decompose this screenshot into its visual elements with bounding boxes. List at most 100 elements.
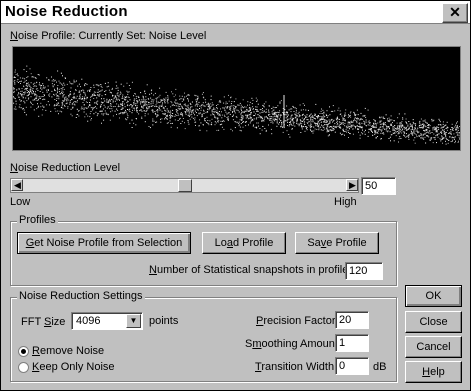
- noise-sample-dot: [233, 107, 234, 109]
- noise-sample-dot: [445, 137, 447, 139]
- noise-sample-dot: [180, 123, 182, 124]
- close-button[interactable]: Close: [405, 311, 462, 333]
- noise-sample-dot: [252, 125, 254, 127]
- noise-sample-dot: [134, 103, 136, 105]
- noise-sample-dot: [144, 105, 146, 107]
- noise-sample-dot: [114, 106, 116, 107]
- noise-sample-dot: [208, 109, 210, 111]
- load-profile-button[interactable]: Load Profile: [202, 232, 286, 254]
- noise-sample-dot: [96, 107, 98, 109]
- remove-noise-radio[interactable]: [18, 346, 29, 357]
- noise-reduction-level-input[interactable]: 50: [361, 177, 396, 195]
- noise-sample-dot: [177, 103, 179, 105]
- noise-sample-dot: [455, 140, 456, 142]
- noise-sample-dot: [355, 120, 357, 122]
- noise-sample-dot: [309, 125, 311, 127]
- noise-sample-dot: [413, 139, 415, 141]
- noise-sample-dot: [292, 117, 294, 119]
- noise-sample-dot: [144, 113, 146, 115]
- noise-sample-dot: [71, 104, 73, 106]
- noise-sample-dot: [371, 130, 373, 132]
- noise-sample-dot: [122, 94, 124, 96]
- noise-sample-dot: [373, 119, 375, 121]
- noise-sample-dot: [146, 109, 148, 111]
- noise-sample-dot: [106, 98, 108, 100]
- noise-sample-dot: [339, 118, 340, 120]
- noise-sample-dot: [258, 116, 260, 118]
- noise-sample-dot: [80, 108, 82, 110]
- noise-sample-dot: [134, 98, 136, 100]
- save-profile-button[interactable]: Save Profile: [295, 232, 379, 254]
- get-noise-profile-button[interactable]: Get Noise Profile from Selection: [17, 232, 191, 254]
- smoothing-amount-input[interactable]: 1: [335, 334, 369, 352]
- noise-sample-dot: [140, 103, 142, 105]
- noise-reduction-level-slider[interactable]: ◀ ▶: [10, 178, 359, 193]
- noise-sample-dot: [291, 119, 293, 120]
- noise-sample-dot: [142, 107, 144, 109]
- noise-sample-dot: [127, 93, 129, 95]
- noise-sample-dot: [222, 120, 224, 121]
- noise-sample-dot: [36, 82, 37, 84]
- noise-sample-dot: [256, 109, 258, 111]
- noise-sample-dot: [424, 125, 426, 127]
- noise-sample-dot: [61, 111, 63, 113]
- noise-sample-dot: [135, 124, 137, 126]
- ok-button[interactable]: OK: [405, 285, 462, 307]
- transition-width-input[interactable]: 0: [335, 357, 369, 375]
- noise-sample-dot: [322, 116, 324, 118]
- noise-sample-dot: [438, 127, 440, 129]
- noise-sample-dot: [279, 118, 281, 120]
- noise-sample-dot: [77, 99, 78, 101]
- noise-sample-dot: [244, 106, 245, 108]
- noise-sample-dot: [354, 112, 355, 114]
- noise-sample-dot: [263, 120, 265, 122]
- noise-sample-dot: [262, 109, 264, 111]
- noise-sample-dot: [100, 84, 102, 85]
- keep-only-noise-label[interactable]: Keep Only Noise: [32, 361, 115, 374]
- noise-sample-dot: [117, 106, 119, 108]
- noise-sample-dot: [34, 85, 36, 87]
- noise-sample-dot: [146, 107, 147, 109]
- noise-sample-dot: [133, 101, 135, 103]
- help-button[interactable]: Help: [405, 361, 462, 383]
- cancel-button[interactable]: Cancel: [405, 336, 462, 358]
- noise-sample-dot: [334, 131, 336, 133]
- slider-right-button[interactable]: ▶: [346, 179, 358, 191]
- noise-sample-dot: [187, 120, 189, 121]
- noise-sample-dot: [263, 103, 265, 105]
- close-icon[interactable]: ✕: [442, 3, 468, 23]
- noise-sample-dot: [16, 73, 18, 75]
- precision-factor-input[interactable]: 20: [335, 311, 369, 329]
- noise-sample-dot: [106, 107, 108, 109]
- noise-sample-dot: [234, 121, 236, 123]
- noise-sample-dot: [127, 117, 129, 119]
- noise-sample-dot: [119, 113, 121, 114]
- noise-sample-dot: [299, 119, 301, 121]
- remove-noise-label[interactable]: Remove Noise: [32, 345, 104, 358]
- noise-sample-dot: [370, 129, 372, 131]
- noise-sample-dot: [125, 118, 127, 120]
- slider-thumb[interactable]: [177, 179, 192, 192]
- noise-sample-dot: [301, 128, 303, 130]
- fft-size-select[interactable]: 4096 ▼: [71, 312, 143, 330]
- keep-only-noise-radio[interactable]: [18, 362, 29, 373]
- chevron-down-icon[interactable]: ▼: [126, 314, 141, 328]
- noise-sample-dot: [97, 113, 99, 115]
- snapshots-input[interactable]: 120: [345, 262, 383, 280]
- noise-sample-dot: [58, 98, 60, 100]
- noise-sample-dot: [73, 81, 75, 83]
- noise-sample-dot: [337, 117, 338, 119]
- noise-sample-dot: [450, 141, 452, 143]
- slider-left-button[interactable]: ◀: [11, 179, 23, 191]
- noise-sample-dot: [359, 123, 361, 125]
- noise-sample-dot: [447, 142, 449, 144]
- noise-sample-dot: [38, 105, 39, 107]
- noise-sample-dot: [383, 123, 385, 125]
- noise-sample-dot: [207, 103, 209, 105]
- noise-sample-dot: [419, 134, 421, 136]
- noise-sample-dot: [165, 105, 167, 107]
- noise-sample-dot: [440, 131, 442, 133]
- noise-sample-dot: [82, 102, 84, 103]
- noise-sample-dot: [124, 99, 126, 101]
- noise-sample-dot: [272, 116, 274, 118]
